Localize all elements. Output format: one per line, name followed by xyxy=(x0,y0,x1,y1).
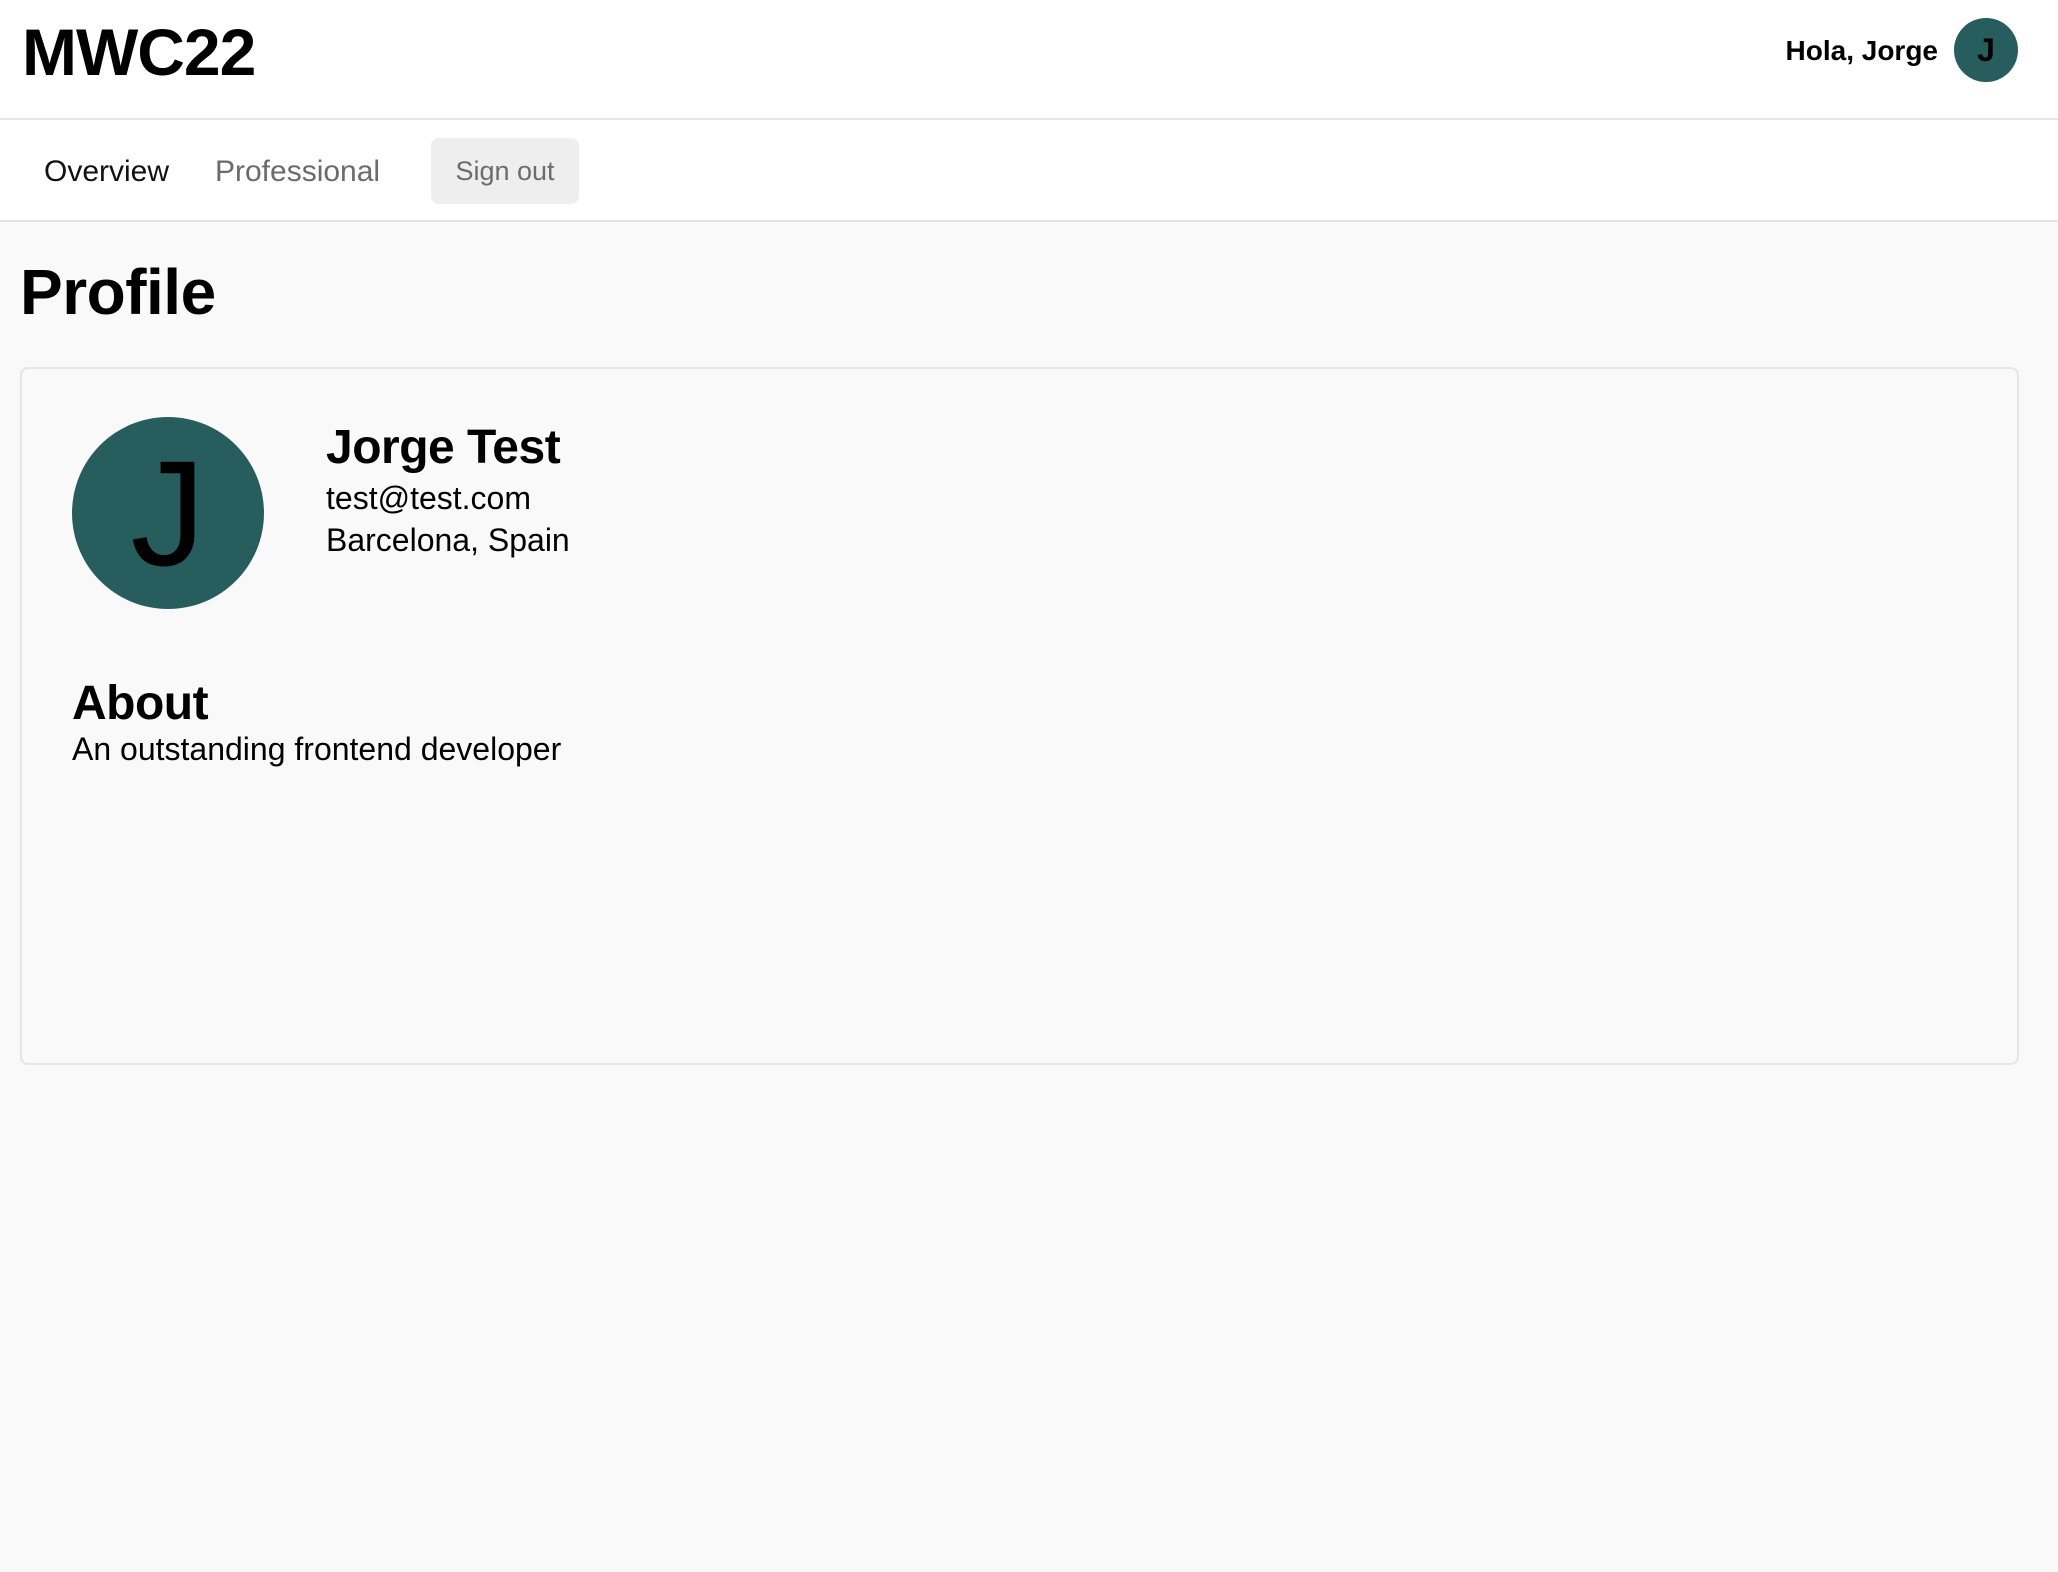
user-avatar[interactable]: J xyxy=(1954,18,2018,82)
about-heading: About xyxy=(72,677,209,730)
profile-email: test@test.com xyxy=(326,480,531,516)
profile-card: J Jorge Test test@test.com Barcelona, Sp… xyxy=(20,367,2019,1065)
app-title[interactable]: MWC22 xyxy=(22,14,256,90)
user-avatar-initial: J xyxy=(1977,31,1995,68)
app-header: MWC22 Hola, Jorge J xyxy=(0,0,2058,120)
nav-item-overview[interactable]: Overview xyxy=(44,154,169,190)
sign-out-button[interactable]: Sign out xyxy=(431,138,579,204)
nav-item-professional[interactable]: Professional xyxy=(215,154,380,190)
user-greeting: Hola, Jorge xyxy=(1785,35,1938,66)
profile-avatar-initial: J xyxy=(130,429,206,597)
profile-avatar: J xyxy=(72,417,264,609)
profile-name: Jorge Test xyxy=(326,421,561,474)
main-nav: Overview Professional Sign out xyxy=(0,120,2058,222)
profile-location: Barcelona, Spain xyxy=(326,522,570,558)
page-title: Profile xyxy=(20,256,216,328)
about-text: An outstanding frontend developer xyxy=(72,731,562,767)
